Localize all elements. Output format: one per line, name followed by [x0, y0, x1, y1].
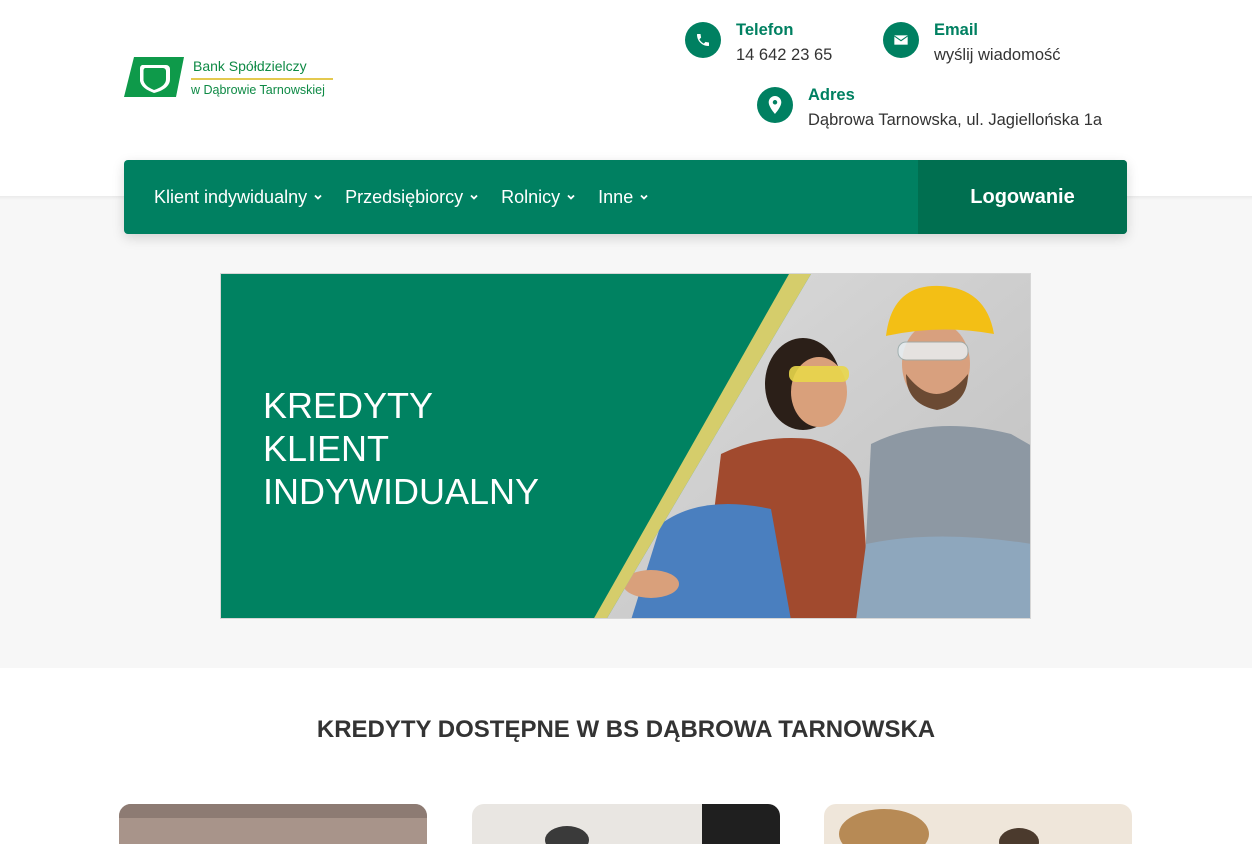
nav-item-label: Przedsiębiorcy	[345, 186, 464, 207]
hero-title-line: INDYWIDUALNY	[263, 471, 540, 512]
address-value: Dąbrowa Tarnowska, ul. Jagiellońska 1a	[808, 111, 1103, 129]
hero-title-line: KLIENT	[263, 428, 390, 469]
credit-card-tile[interactable]	[472, 804, 780, 844]
card-image	[472, 804, 780, 844]
hero-banner[interactable]: KREDYTY KLIENT INDYWIDUALNY	[220, 273, 1031, 619]
nav-item-label: Inne	[598, 186, 634, 207]
logo-divider	[191, 78, 333, 80]
email-label: Email	[934, 21, 979, 39]
hero-title: KREDYTY KLIENT INDYWIDUALNY	[263, 384, 539, 513]
nav-item-rolnicy[interactable]: Rolnicy	[501, 187, 576, 208]
nav-item-inne[interactable]: Inne	[598, 187, 649, 208]
logo-location: w Dąbrowie Tarnowskiej	[191, 83, 325, 97]
hero-title-line: KREDYTY	[263, 385, 434, 426]
chevron-down-icon	[314, 194, 322, 200]
phone-number[interactable]: 14 642 23 65	[736, 46, 832, 65]
logo-name: Bank Spółdzielczy	[193, 58, 307, 74]
credit-card-tile[interactable]	[824, 804, 1132, 844]
email-link[interactable]: wyślij wiadomość	[934, 46, 1061, 65]
envelope-icon	[883, 22, 919, 58]
phone-icon	[685, 22, 721, 58]
nav-item-klient-indywidualny[interactable]: Klient indywidualny	[154, 187, 323, 208]
nav-item-przedsiebiorcy[interactable]: Przedsiębiorcy	[345, 187, 479, 208]
chevron-down-icon	[640, 194, 648, 200]
main-navigation: Klient indywidualny Przedsiębiorcy Rolni…	[124, 160, 1127, 234]
nav-menu: Klient indywidualny Przedsiębiorcy Rolni…	[154, 160, 649, 234]
logo-mark-icon	[124, 57, 184, 97]
login-button[interactable]: Logowanie	[918, 160, 1127, 234]
section-heading: KREDYTY DOSTĘPNE W BS DĄBROWA TARNOWSKA	[316, 716, 936, 743]
bank-logo[interactable]: Bank Spółdzielczy w Dąbrowie Tarnowskiej	[124, 55, 339, 101]
nav-item-label: Rolnicy	[501, 186, 561, 207]
card-image	[119, 804, 427, 844]
credit-card-tile[interactable]	[119, 804, 427, 844]
phone-label: Telefon	[736, 21, 794, 39]
map-pin-icon	[757, 87, 793, 123]
chevron-down-icon	[567, 194, 575, 200]
chevron-down-icon	[470, 194, 478, 200]
card-image	[824, 804, 1132, 844]
address-label: Adres	[808, 86, 855, 104]
nav-item-label: Klient indywidualny	[154, 186, 308, 207]
